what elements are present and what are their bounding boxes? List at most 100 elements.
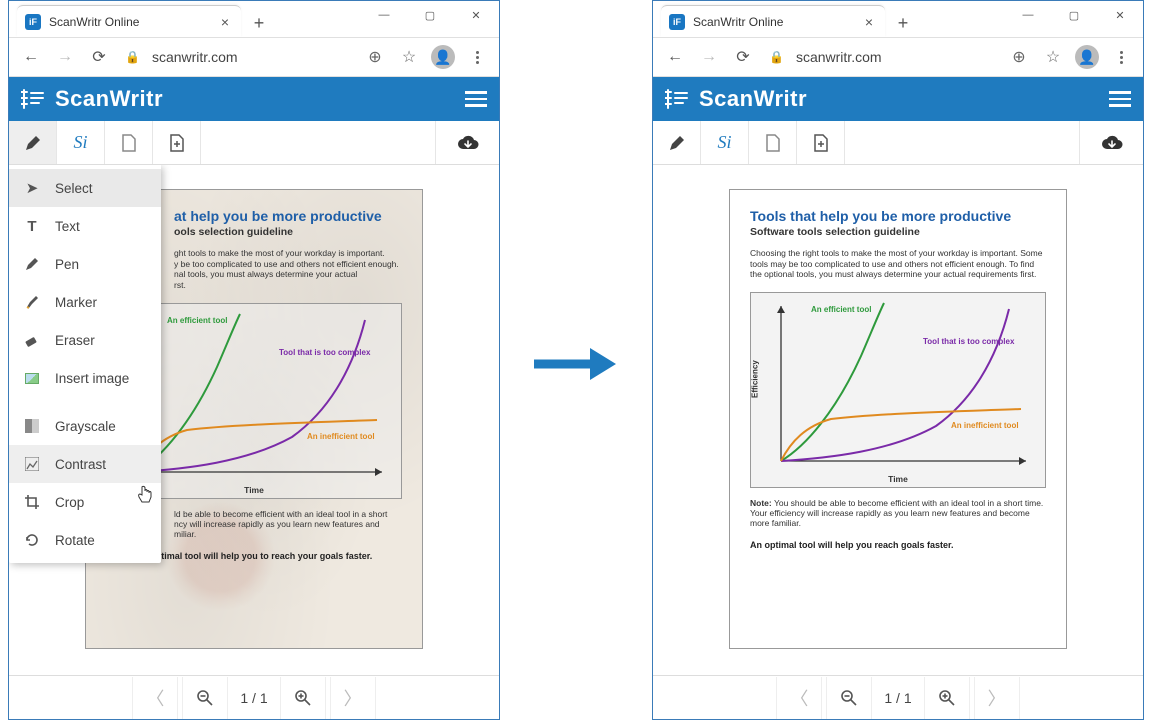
doc-title: Tools that help you be more productive	[750, 208, 1046, 224]
back-icon[interactable]: ←	[17, 43, 45, 71]
dropdown-item-pen[interactable]: Pen	[9, 245, 161, 283]
new-tab-button[interactable]: +	[245, 9, 273, 37]
cursor-icon: ➤	[23, 179, 41, 197]
reload-icon[interactable]: ⟳	[729, 43, 757, 71]
dropdown-label: Grayscale	[55, 419, 116, 434]
bookmark-star-icon[interactable]: ☆	[1039, 43, 1067, 71]
crop-icon	[23, 494, 41, 510]
dropdown-item-marker[interactable]: Marker	[9, 283, 161, 321]
dropdown-item-insert-image[interactable]: Insert image	[9, 359, 161, 397]
next-page-button[interactable]: 〉	[974, 677, 1020, 719]
dropdown-label: Pen	[55, 257, 79, 272]
new-tab-button[interactable]: +	[889, 9, 917, 37]
signature-tool-button[interactable]: Si	[701, 121, 749, 164]
page-tool-button[interactable]	[749, 121, 797, 164]
edit-tools-dropdown: ➤ Select T Text Pen Marker	[9, 165, 161, 563]
chart-series-label: Tool that is too complex	[279, 348, 370, 357]
lock-icon: 🔒	[125, 50, 140, 64]
dropdown-label: Eraser	[55, 333, 95, 348]
back-icon[interactable]: ←	[661, 43, 689, 71]
url-text[interactable]: scanwritr.com	[796, 49, 882, 65]
add-page-tool-button[interactable]	[153, 121, 201, 164]
zoom-plus-icon[interactable]: ⊕	[1005, 43, 1033, 71]
menu-icon[interactable]	[465, 91, 487, 107]
window-titlebar: iF ScanWritr Online × + — ▢ ✕	[9, 1, 499, 37]
image-icon	[23, 373, 41, 384]
chart-series-label: An efficient tool	[167, 316, 227, 325]
prev-page-button[interactable]: 〈	[132, 677, 178, 719]
dropdown-item-eraser[interactable]: Eraser	[9, 321, 161, 359]
browser-menu-icon[interactable]	[463, 43, 491, 71]
dropdown-label: Marker	[55, 295, 97, 310]
zoom-in-button[interactable]	[924, 677, 970, 719]
menu-icon[interactable]	[1109, 91, 1131, 107]
pager: 〈 1 / 1 〉	[9, 675, 499, 719]
maximize-icon[interactable]: ▢	[407, 1, 453, 29]
lock-icon: 🔒	[769, 50, 784, 64]
browser-urlbar: ← → ⟳ 🔒 scanwritr.com ⊕ ☆ 👤	[653, 37, 1143, 77]
doc-paragraph: Choosing the right tools to make the mos…	[750, 248, 1046, 280]
toolbar: Si	[9, 121, 499, 165]
close-icon[interactable]: ×	[861, 14, 877, 30]
dropdown-item-rotate[interactable]: Rotate	[9, 521, 161, 559]
dropdown-label: Insert image	[55, 371, 129, 386]
doc-subtitle: Software tools selection guideline	[750, 226, 1046, 238]
app-header: ScanWritr	[653, 77, 1143, 121]
browser-urlbar: ← → ⟳ 🔒 scanwritr.com ⊕ ☆ 👤	[9, 37, 499, 77]
signature-tool-button[interactable]: Si	[57, 121, 105, 164]
bookmark-star-icon[interactable]: ☆	[395, 43, 423, 71]
minimize-icon[interactable]: —	[1005, 1, 1051, 29]
transform-arrow-icon	[530, 344, 630, 384]
forward-icon[interactable]: →	[51, 43, 79, 71]
page-indicator: 1 / 1	[876, 690, 919, 706]
close-window-icon[interactable]: ✕	[453, 1, 499, 29]
profile-avatar-icon[interactable]: 👤	[429, 43, 457, 71]
page-tool-button[interactable]	[105, 121, 153, 164]
dropdown-item-select[interactable]: ➤ Select	[9, 169, 161, 207]
browser-tab[interactable]: iF ScanWritr Online ×	[661, 5, 885, 37]
document-page-after: Tools that help you be more productive S…	[729, 189, 1067, 649]
prev-page-button[interactable]: 〈	[776, 677, 822, 719]
dropdown-label: Text	[55, 219, 80, 234]
edit-tool-button[interactable]	[653, 121, 701, 164]
profile-avatar-icon[interactable]: 👤	[1073, 43, 1101, 71]
dropdown-item-grayscale[interactable]: Grayscale	[9, 407, 161, 445]
browser-menu-icon[interactable]	[1107, 43, 1135, 71]
zoom-out-button[interactable]	[182, 677, 228, 719]
brand-icon	[665, 88, 689, 110]
browser-tab[interactable]: iF ScanWritr Online ×	[17, 5, 241, 37]
dropdown-item-text[interactable]: T Text	[9, 207, 161, 245]
minimize-icon[interactable]: —	[361, 1, 407, 29]
chart: Efficiency Time An efficient tool Tool t…	[750, 292, 1046, 488]
edit-tool-button[interactable]	[9, 121, 57, 164]
add-page-tool-button[interactable]	[797, 121, 845, 164]
tab-favicon: iF	[25, 14, 41, 30]
zoom-in-button[interactable]	[280, 677, 326, 719]
grayscale-icon	[23, 419, 41, 433]
chart-series-label: An efficient tool	[811, 305, 871, 314]
reload-icon[interactable]: ⟳	[85, 43, 113, 71]
page-indicator: 1 / 1	[232, 690, 275, 706]
close-icon[interactable]: ×	[217, 14, 233, 30]
zoom-out-button[interactable]	[826, 677, 872, 719]
y-axis-label: Efficiency	[751, 360, 760, 398]
browser-window-right: iF ScanWritr Online × + — ▢ ✕ ← → ⟳ 🔒 sc…	[652, 0, 1144, 720]
dropdown-item-crop[interactable]: Crop	[9, 483, 161, 521]
app-header: ScanWritr	[9, 77, 499, 121]
close-window-icon[interactable]: ✕	[1097, 1, 1143, 29]
window-titlebar: iF ScanWritr Online × + — ▢ ✕	[653, 1, 1143, 37]
tab-title: ScanWritr Online	[49, 15, 217, 29]
next-page-button[interactable]: 〉	[330, 677, 376, 719]
zoom-plus-icon[interactable]: ⊕	[361, 43, 389, 71]
url-text[interactable]: scanwritr.com	[152, 49, 238, 65]
chart-series-label: An inefficient tool	[307, 432, 375, 441]
cloud-save-button[interactable]	[1079, 121, 1143, 164]
brand-text: ScanWritr	[699, 86, 807, 112]
maximize-icon[interactable]: ▢	[1051, 1, 1097, 29]
window-controls: — ▢ ✕	[1005, 1, 1143, 29]
forward-icon[interactable]: →	[695, 43, 723, 71]
brand-icon	[21, 88, 45, 110]
dropdown-item-contrast[interactable]: Contrast	[9, 445, 161, 483]
brand-text: ScanWritr	[55, 86, 163, 112]
cloud-save-button[interactable]	[435, 121, 499, 164]
